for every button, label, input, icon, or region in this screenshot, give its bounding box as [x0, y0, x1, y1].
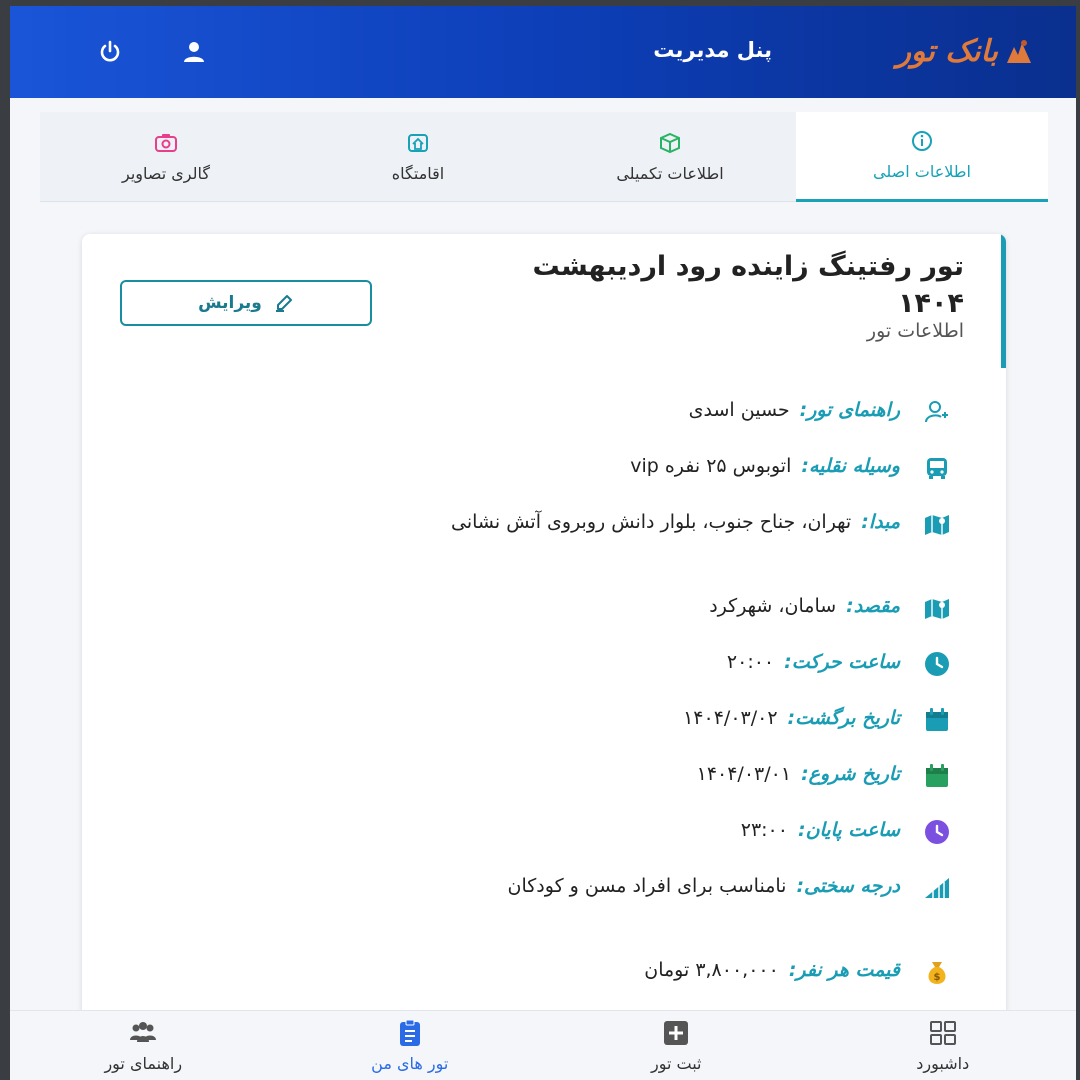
detail-value: ۱۴۰۴/۰۳/۰۱: [696, 763, 792, 785]
map-icon: [922, 593, 952, 623]
detail-row-origin: مبدا: تهران، جناح جنوب، بلوار دانش روبروی…: [172, 506, 952, 539]
detail-row-end-time: ساعت پایان: ۲۳:۰۰: [172, 814, 952, 847]
detail-row-vehicle: وسیله نقلیه: اتوبوس ۲۵ نفره vip: [172, 450, 952, 483]
detail-row-guide: راهنمای تور: حسین اسدی: [172, 394, 952, 427]
nav-my-tours[interactable]: تور های من: [277, 1011, 544, 1080]
detail-label: تاریخ شروع:: [801, 763, 900, 785]
tab-extra-info[interactable]: اطلاعات تکمیلی: [544, 112, 796, 202]
home-icon: [408, 133, 428, 152]
detail-label: درجه سختی:: [796, 875, 900, 897]
detail-value: حسین اسدی: [688, 399, 790, 421]
nav-label: راهنمای تور: [104, 1053, 183, 1073]
detail-value: ۳,۸۰۰,۰۰۰ تومان: [644, 959, 779, 981]
tab-label: اطلاعات اصلی: [873, 162, 971, 181]
difficulty-icon: [922, 873, 952, 903]
nav-tour-guides[interactable]: راهنمای تور: [10, 1011, 277, 1080]
detail-label: ساعت حرکت:: [784, 651, 900, 673]
tab-main-info[interactable]: اطلاعات اصلی: [796, 112, 1048, 202]
detail-label: تاریخ برگشت:: [787, 707, 900, 729]
detail-row-destination: مقصد: سامان، شهرکرد: [172, 590, 952, 623]
tour-subtitle: اطلاعات تور: [866, 320, 964, 342]
clock-icon: [922, 649, 952, 679]
edit-button[interactable]: ویرایش: [120, 280, 372, 326]
add-square-icon: [664, 1020, 689, 1045]
detail-row-return-date: تاریخ برگشت: ۱۴۰۴/۰۳/۰۲: [172, 702, 952, 735]
logo-text: بانک تور: [896, 34, 999, 69]
calendar-icon: [922, 705, 952, 735]
svg-text:$: $: [934, 972, 941, 983]
nav-label: تور های من: [371, 1053, 449, 1073]
bottom-nav: داشبورد ثبت تور تور های من راهنمای تور: [10, 1010, 1076, 1080]
detail-label: قیمت هر نفر:: [788, 959, 900, 981]
user-icon[interactable]: [180, 38, 208, 66]
power-icon[interactable]: [96, 38, 124, 66]
app-frame: بانک تور پنل مدیریت اطلاعات اصلی اطلاعات…: [10, 6, 1076, 1080]
detail-label: مقصد:: [846, 595, 900, 617]
detail-value: اتوبوس ۲۵ نفره vip: [630, 455, 792, 477]
info-icon: [912, 131, 932, 151]
detail-value: ۱۴۰۴/۰۳/۰۲: [683, 707, 778, 729]
detail-value: ۲۳:۰۰: [740, 819, 788, 841]
map-icon: [922, 509, 952, 539]
brand-logo[interactable]: بانک تور: [897, 34, 1034, 69]
tab-label: اقامتگاه: [391, 163, 445, 183]
users-icon: [130, 1021, 157, 1042]
tab-bar: اطلاعات اصلی اطلاعات تکمیلی اقامتگاه گال…: [40, 112, 1048, 202]
detail-row-start-date: تاریخ شروع: ۱۴۰۴/۰۳/۰۱: [172, 758, 952, 791]
clock-icon: [922, 817, 952, 847]
detail-row-difficulty: درجه سختی: نامناسب برای افراد مسن و کودکا…: [172, 870, 952, 903]
tab-label: اطلاعات تکمیلی: [616, 163, 724, 183]
calendar-icon: [922, 761, 952, 791]
logo-icon: [1007, 39, 1031, 63]
nav-register-tour[interactable]: ثبت تور: [543, 1011, 810, 1080]
detail-value: نامناسب برای افراد مسن و کودکان: [507, 875, 787, 897]
tour-info-card: تور رفتینگ زاینده رود اردیبهشت ۱۴۰۴ اطلا…: [82, 234, 1006, 1034]
grid-icon: [929, 1020, 956, 1045]
clipboard-list-icon: [399, 1019, 420, 1046]
bus-icon: [922, 453, 952, 483]
nav-label: داشبورد: [916, 1053, 970, 1073]
money-bag-icon: $: [922, 957, 952, 987]
tab-accommodation[interactable]: اقامتگاه: [292, 112, 544, 202]
box-icon: [660, 132, 680, 153]
detail-label: وسیله نقلیه:: [801, 455, 900, 477]
card-accent-bar: [1001, 234, 1006, 368]
tab-gallery[interactable]: گالری تصاویر: [40, 112, 292, 202]
guide-icon: [922, 397, 952, 427]
detail-value: ۲۰:۰۰: [726, 651, 775, 673]
detail-value: سامان، شهرکرد: [709, 595, 837, 617]
tab-label: گالری تصاویر: [121, 163, 210, 183]
nav-label: ثبت تور: [650, 1053, 702, 1073]
detail-label: ساعت پایان:: [797, 819, 900, 841]
detail-label: راهنمای تور:: [799, 399, 900, 421]
detail-row-departure-time: ساعت حرکت: ۲۰:۰۰: [172, 646, 952, 679]
pencil-icon: [275, 295, 292, 312]
page-title: پنل مدیریت: [653, 38, 772, 62]
detail-label: مبدا:: [861, 511, 900, 533]
camera-icon: [155, 133, 177, 152]
detail-value: تهران، جناح جنوب، بلوار دانش روبروی آتش …: [451, 511, 852, 533]
tour-title: تور رفتینگ زاینده رود اردیبهشت ۱۴۰۴: [532, 251, 964, 319]
edit-button-label: ویرایش: [198, 293, 262, 313]
detail-row-price: $ قیمت هر نفر: ۳,۸۰۰,۰۰۰ تومان: [172, 954, 952, 987]
top-header: بانک تور پنل مدیریت: [10, 6, 1076, 98]
nav-dashboard[interactable]: داشبورد: [810, 1011, 1077, 1080]
